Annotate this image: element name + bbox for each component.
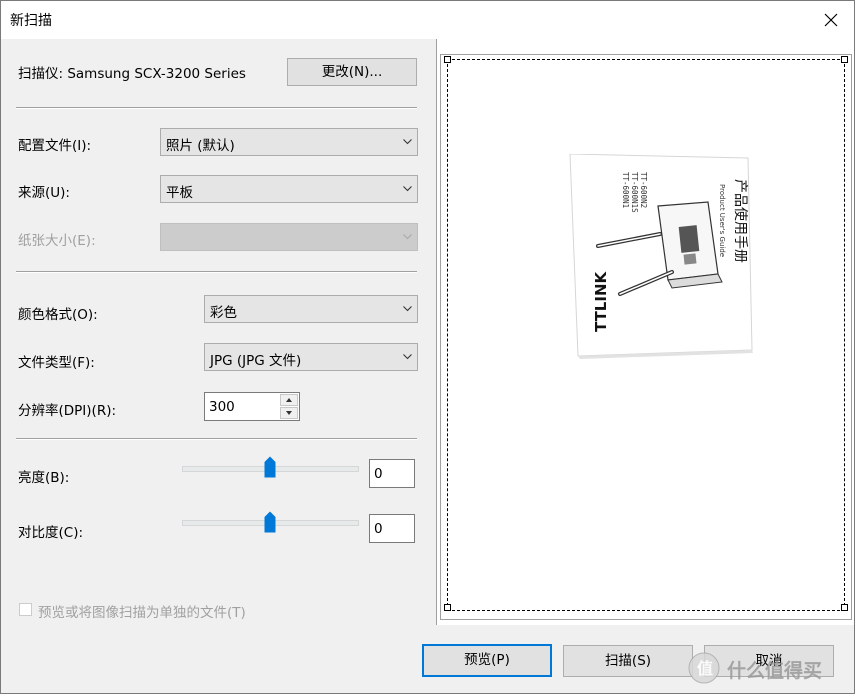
window-title: 新扫描	[10, 13, 52, 29]
arrow-up-icon	[286, 398, 292, 402]
separate-files-checkbox	[19, 603, 32, 616]
profile-select[interactable]: 照片 (默认)	[160, 128, 418, 156]
chevron-down-icon	[403, 234, 412, 240]
paper-size-label: 纸张大小(E):	[18, 233, 96, 249]
document-model: TT-600N1S	[630, 172, 639, 213]
brightness-input[interactable]: 0	[369, 459, 415, 488]
new-scan-dialog: 新扫描 扫描仪: Samsung SCX-3200 Series 更改(N)..…	[0, 0, 855, 694]
document-brand: TTLINK	[592, 270, 610, 332]
chevron-down-icon	[403, 354, 412, 360]
source-select[interactable]: 平板	[160, 175, 418, 203]
spin-up-button[interactable]	[280, 394, 298, 406]
brightness-value: 0	[374, 466, 383, 482]
file-type-select[interactable]: JPG (JPG 文件)	[204, 343, 418, 371]
resize-handle[interactable]	[841, 604, 848, 611]
resize-handle[interactable]	[444, 604, 451, 611]
contrast-input[interactable]: 0	[369, 514, 415, 543]
separator	[16, 271, 417, 273]
document-title-cn: 产品使用手册	[732, 179, 749, 263]
source-value: 平板	[166, 185, 193, 201]
title-bar: 新扫描	[1, 1, 854, 39]
separate-files-label: 预览或将图像扫描为单独的文件(T)	[38, 605, 246, 621]
scan-button[interactable]: 扫描(S)	[563, 645, 693, 677]
brightness-label: 亮度(B):	[18, 470, 70, 486]
resize-handle[interactable]	[841, 56, 848, 63]
preview-area: TTLINK TT-600N1 TT-600N1S TT-600N2 产品使用手…	[436, 39, 854, 625]
spin-down-button[interactable]	[280, 407, 298, 419]
resize-handle[interactable]	[444, 56, 451, 63]
contrast-label: 对比度(C):	[18, 525, 84, 541]
preview-frame: TTLINK TT-600N1 TT-600N1S TT-600N2 产品使用手…	[440, 54, 852, 620]
contrast-value: 0	[374, 521, 383, 537]
file-type-label: 文件类型(F):	[18, 355, 95, 371]
chevron-down-icon	[403, 139, 412, 145]
chevron-down-icon	[403, 306, 412, 312]
preview-button[interactable]: 预览(P)	[422, 644, 552, 677]
source-label: 来源(U):	[18, 185, 70, 201]
contrast-slider-thumb[interactable]	[264, 511, 276, 533]
separator	[16, 438, 417, 440]
document-model: TT-600N1	[621, 172, 630, 208]
resolution-spinner[interactable]: 300	[204, 392, 300, 421]
scanned-document-preview: TTLINK TT-600N1 TT-600N1S TT-600N2 产品使用手…	[569, 154, 753, 359]
brightness-slider-thumb[interactable]	[264, 456, 276, 478]
separator	[16, 107, 417, 109]
resolution-value: 300	[209, 399, 235, 415]
profile-value: 照片 (默认)	[166, 138, 235, 154]
close-button[interactable]	[808, 1, 854, 39]
watermark-logo-icon: 值	[688, 652, 720, 684]
file-type-value: JPG (JPG 文件)	[210, 353, 302, 369]
profile-label: 配置文件(I):	[18, 138, 92, 154]
chevron-down-icon	[403, 186, 412, 192]
color-format-value: 彩色	[210, 305, 237, 321]
close-icon	[824, 13, 838, 27]
svg-text:值: 值	[697, 659, 713, 678]
paper-size-select	[160, 223, 418, 251]
color-format-label: 颜色格式(O):	[18, 307, 98, 323]
color-format-select[interactable]: 彩色	[204, 295, 418, 323]
watermark-text: 什么值得买	[727, 660, 823, 682]
change-scanner-button[interactable]: 更改(N)...	[287, 58, 417, 86]
document-model: TT-600N2	[639, 172, 648, 208]
resolution-label: 分辨率(DPI)(R):	[18, 403, 117, 419]
scanner-label: 扫描仪: Samsung SCX-3200 Series	[18, 66, 246, 82]
arrow-down-icon	[286, 411, 292, 415]
document-title-en: Product User's Guide	[718, 184, 726, 257]
watermark: 值 什么值得买	[687, 649, 852, 689]
